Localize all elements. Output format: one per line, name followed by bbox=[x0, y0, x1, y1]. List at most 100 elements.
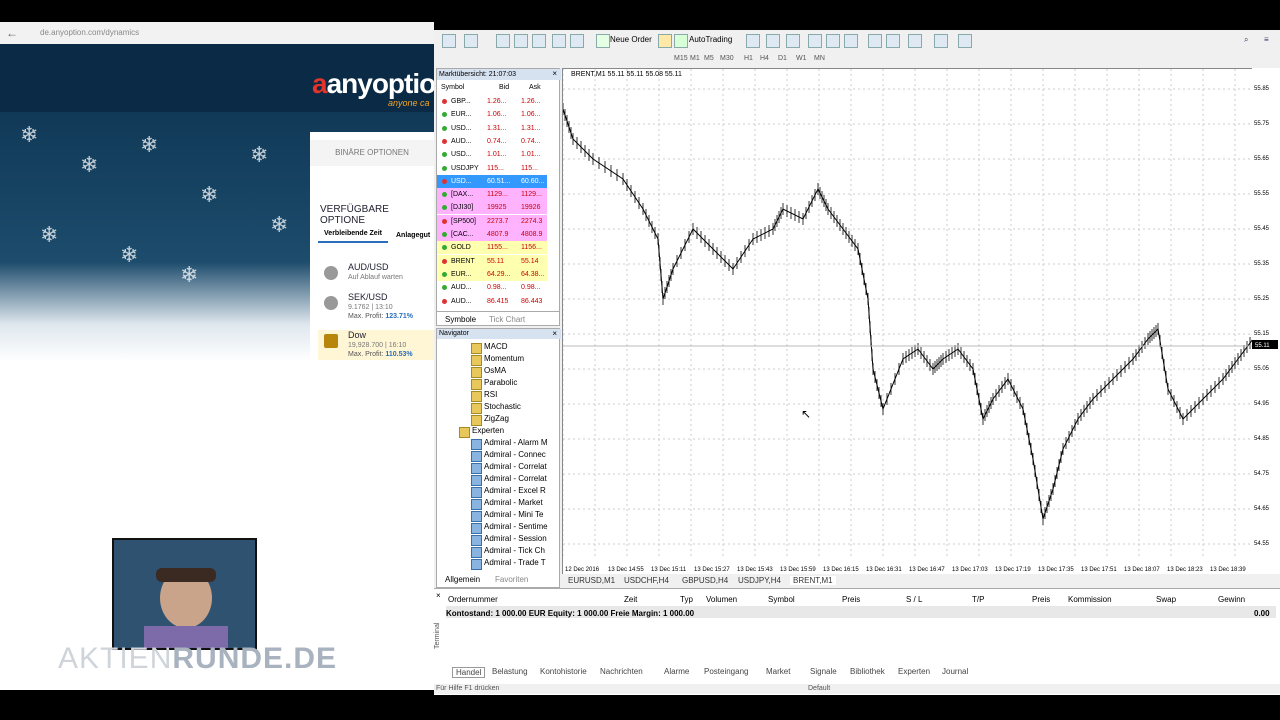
zoom-in-icon[interactable] bbox=[808, 34, 822, 48]
market-watch-row[interactable]: GOLD 1155... 1156... bbox=[437, 241, 547, 255]
col-tp[interactable]: T/P bbox=[972, 595, 984, 604]
col-sl[interactable]: S / L bbox=[906, 595, 922, 604]
col-kommission[interactable]: Kommission bbox=[1068, 595, 1112, 604]
tab-symbole[interactable]: Symbole bbox=[445, 315, 476, 324]
tf-w1[interactable]: W1 bbox=[796, 55, 807, 62]
col-typ[interactable]: Typ bbox=[680, 595, 693, 604]
market-watch-row[interactable]: BRENT 55.11 55.14 bbox=[437, 254, 547, 268]
market-watch-row[interactable]: USD... 1.31... 1.31... bbox=[437, 122, 547, 135]
back-arrow-icon[interactable]: ← bbox=[6, 26, 18, 40]
new-order-icon[interactable] bbox=[596, 34, 610, 48]
col-symbol[interactable]: Symbol bbox=[768, 595, 795, 604]
tf-h4[interactable]: H4 bbox=[760, 55, 769, 62]
tab-gbpusd[interactable]: GBPUSD,H4 bbox=[682, 576, 728, 585]
tf-h1[interactable]: H1 bbox=[744, 55, 753, 62]
market-watch-row[interactable]: [SP500] 2273.7 2274.3 bbox=[437, 214, 547, 228]
col-gewinn[interactable]: Gewinn bbox=[1218, 595, 1245, 604]
market-watch-row[interactable]: USDJPY 115... 115... bbox=[437, 162, 547, 175]
candlestick-icon[interactable] bbox=[766, 34, 780, 48]
tab-journal[interactable]: Journal bbox=[942, 667, 968, 676]
tab-kontohistorie[interactable]: Kontohistorie bbox=[540, 667, 587, 676]
tf-mn[interactable]: MN bbox=[814, 55, 825, 62]
tf-d1[interactable]: D1 bbox=[778, 55, 787, 62]
tab-posteingang[interactable]: Posteingang bbox=[704, 667, 748, 676]
chart-shift-icon[interactable] bbox=[886, 34, 900, 48]
tile-windows-icon[interactable] bbox=[844, 34, 858, 48]
zoom-out-icon[interactable] bbox=[826, 34, 840, 48]
line-chart-icon[interactable] bbox=[786, 34, 800, 48]
tab-signale[interactable]: Signale bbox=[810, 667, 837, 676]
tab-usdjpy[interactable]: USDJPY,H4 bbox=[738, 576, 781, 585]
close-icon[interactable]: × bbox=[552, 329, 557, 338]
bar-chart-icon[interactable] bbox=[746, 34, 760, 48]
binary-options-button[interactable]: BINÄRE OPTIONEN bbox=[310, 140, 434, 166]
tab-favoriten[interactable]: Favoriten bbox=[495, 575, 528, 584]
tab-eurusd[interactable]: EURUSD,M1 bbox=[568, 576, 615, 585]
tab-asset[interactable]: Anlagegut bbox=[396, 232, 430, 239]
address-bar[interactable]: ← de.anyoption.com/dynamics bbox=[0, 22, 434, 45]
col-volumen[interactable]: Volumen bbox=[706, 595, 737, 604]
market-watch-row[interactable]: EUR... 1.06... 1.06... bbox=[437, 108, 547, 121]
new-order-button[interactable]: Neue Order bbox=[610, 35, 652, 44]
price-chart[interactable]: 12 Dec 2016 13 Dec 14:55 13 Dec 15:11 13 De… bbox=[562, 68, 1254, 580]
tf-m1[interactable]: M1 bbox=[690, 55, 700, 62]
market-watch-icon[interactable] bbox=[496, 34, 510, 48]
asset-item[interactable]: AUD/USD Auf Ablauf warten bbox=[318, 262, 434, 292]
tab-belastung[interactable]: Belastung bbox=[492, 667, 528, 676]
new-chart-icon[interactable] bbox=[442, 34, 456, 48]
metaeditor-icon[interactable] bbox=[658, 34, 672, 48]
col-ordernummer[interactable]: Ordernummer bbox=[448, 595, 498, 604]
asset-item[interactable]: SEK/USD 9.1762 | 13:10 Max. Profit: 123.… bbox=[318, 292, 434, 322]
market-watch-row[interactable]: USD... 60.51... 60.60... bbox=[437, 174, 547, 188]
chart-canvas[interactable]: 12 Dec 2016 13 Dec 14:55 13 Dec 15:11 13 De… bbox=[562, 69, 1254, 579]
market-watch-row[interactable]: EUR... 64.29... 64.38... bbox=[437, 267, 547, 281]
tab-experten[interactable]: Experten bbox=[898, 667, 930, 676]
market-watch-row[interactable]: [CAC... 4807.9 4808.9 bbox=[437, 228, 547, 241]
tester-icon[interactable] bbox=[570, 34, 584, 48]
tab-allgemein[interactable]: Allgemein bbox=[445, 575, 480, 584]
col-swap[interactable]: Swap bbox=[1156, 595, 1176, 604]
col-preis-current[interactable]: Preis bbox=[1032, 595, 1050, 604]
tab-tick-chart[interactable]: Tick Chart bbox=[489, 315, 525, 324]
col-preis[interactable]: Preis bbox=[842, 595, 860, 604]
tab-handel[interactable]: Handel bbox=[452, 667, 486, 678]
tab-market[interactable]: Market bbox=[766, 667, 790, 676]
market-watch-row[interactable]: [DJI30] 19925 19926 bbox=[437, 201, 547, 215]
col-ask[interactable]: Ask bbox=[529, 84, 541, 91]
menu-icon[interactable]: ≡ bbox=[1264, 35, 1269, 44]
autoscroll-icon[interactable] bbox=[868, 34, 882, 48]
profiles-icon[interactable] bbox=[464, 34, 478, 48]
market-watch-row[interactable]: USD... 1.01... 1.01... bbox=[437, 148, 547, 161]
tab-alarme[interactable]: Alarme bbox=[664, 667, 689, 676]
tab-remaining-time[interactable]: Verbleibende Zeit bbox=[318, 230, 388, 243]
tf-m30[interactable]: M30 bbox=[720, 55, 734, 62]
autotrading-button[interactable]: AutoTrading bbox=[689, 35, 732, 44]
terminal-icon[interactable] bbox=[552, 34, 566, 48]
autotrading-icon[interactable] bbox=[674, 34, 688, 48]
col-zeit[interactable]: Zeit bbox=[624, 595, 637, 604]
tab-usdchf[interactable]: USDCHF,H4 bbox=[624, 576, 669, 585]
data-window-icon[interactable] bbox=[514, 34, 528, 48]
market-watch-row[interactable]: GBP... 1.26... 1.26... bbox=[437, 95, 547, 108]
market-watch-row[interactable]: AUD... 0.74... 0.74... bbox=[437, 135, 547, 148]
periods-icon[interactable] bbox=[934, 34, 948, 48]
close-icon[interactable]: × bbox=[552, 69, 557, 78]
asset-item[interactable]: Dow 19,928.700 | 16:10 Max. Profit: 110.… bbox=[318, 330, 434, 360]
market-watch-row[interactable]: [DAX... 1129... 1129... bbox=[437, 188, 547, 202]
tf-m5[interactable]: M5 bbox=[704, 55, 714, 62]
tab-brent[interactable]: BRENT,M1 bbox=[790, 576, 836, 585]
tab-bibliothek[interactable]: Bibliothek bbox=[850, 667, 885, 676]
market-watch-row[interactable]: AUD... 86.415 86.443 bbox=[437, 295, 547, 308]
col-bid[interactable]: Bid bbox=[499, 84, 509, 91]
indicators-icon[interactable] bbox=[908, 34, 922, 48]
search-icon[interactable]: ⌕ bbox=[1244, 35, 1248, 45]
navigator-icon[interactable] bbox=[532, 34, 546, 48]
close-icon[interactable]: × bbox=[436, 591, 441, 600]
market-watch-row[interactable]: AUD... 0.98... 0.98... bbox=[437, 281, 547, 294]
tf-m15[interactable]: M15 bbox=[674, 55, 688, 62]
anyoption-logo[interactable]: aanyoptio bbox=[312, 68, 434, 100]
col-symbol[interactable]: Symbol bbox=[441, 84, 464, 91]
tab-nachrichten[interactable]: Nachrichten bbox=[600, 667, 643, 676]
templates-icon[interactable] bbox=[958, 34, 972, 48]
url-text[interactable]: de.anyoption.com/dynamics bbox=[40, 28, 139, 37]
